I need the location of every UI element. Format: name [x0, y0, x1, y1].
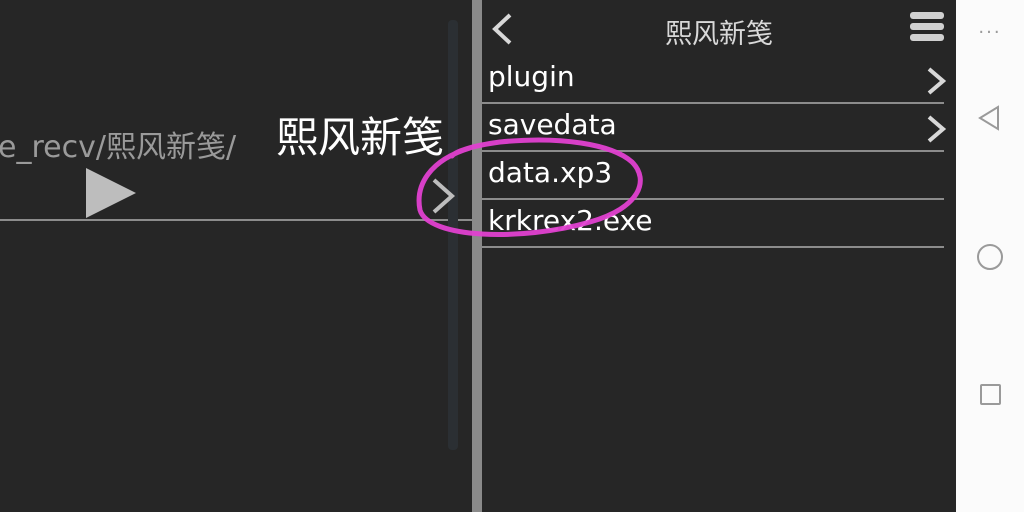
list-item-label: data.xp3	[488, 156, 613, 189]
menu-icon[interactable]	[910, 12, 944, 45]
row-divider	[0, 219, 472, 221]
chevron-right-icon	[926, 66, 947, 100]
row-divider	[482, 150, 944, 152]
more-dots-icon[interactable]: ···	[956, 22, 1024, 43]
pane-divider[interactable]	[472, 0, 482, 512]
nav-back-icon[interactable]	[976, 104, 1002, 136]
row-divider	[482, 198, 944, 200]
list-item-krkrex2-exe[interactable]: krkrex2.exe	[482, 202, 952, 248]
list-item-data-xp3[interactable]: data.xp3	[482, 154, 952, 200]
play-icon[interactable]	[86, 168, 136, 218]
chevron-right-icon	[926, 114, 947, 148]
row-divider	[482, 246, 944, 248]
list-item-label: plugin	[488, 60, 575, 93]
nav-home-icon[interactable]	[977, 244, 1003, 270]
parent-folder-pane: e_recv/熙风新笺/ 熙风新笺	[0, 0, 472, 512]
list-item-label: savedata	[488, 108, 617, 141]
breadcrumb-path[interactable]: e_recv/熙风新笺/	[0, 122, 236, 166]
list-item-label: krkrex2.exe	[488, 204, 653, 237]
row-divider	[482, 102, 944, 104]
page-title: 熙风新笺	[665, 19, 773, 50]
chevron-right-icon[interactable]	[430, 176, 456, 220]
nav-recent-apps-icon[interactable]	[980, 384, 1001, 405]
list-item-plugin[interactable]: plugin	[482, 58, 952, 104]
scrollbar[interactable]	[448, 20, 458, 450]
breadcrumb-current-folder[interactable]: 熙风新笺	[276, 104, 444, 165]
folder-contents-pane: 熙风新笺 plugin savedata data.xp3 krkrex2.ex…	[482, 0, 956, 512]
system-navigation-bar: ···	[956, 0, 1024, 512]
list-item-savedata[interactable]: savedata	[482, 106, 952, 152]
